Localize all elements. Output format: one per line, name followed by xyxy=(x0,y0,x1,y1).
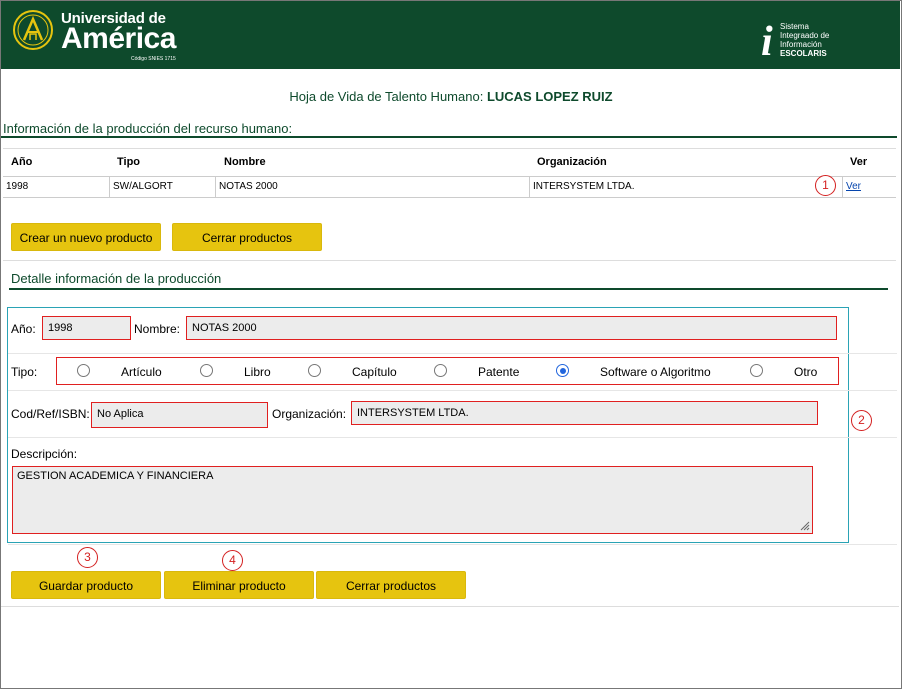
radio-article[interactable] xyxy=(77,364,90,377)
create-product-button[interactable]: Crear un nuevo producto xyxy=(11,223,161,251)
logo-text-main: América xyxy=(61,22,176,55)
cell-type: SW/ALGORT xyxy=(110,177,216,197)
year-label: Año: xyxy=(11,322,36,336)
col-header-view: Ver xyxy=(850,156,868,168)
year-field[interactable]: 1998 xyxy=(42,316,131,340)
production-section-title: Información de la producción del recurso… xyxy=(3,121,293,136)
col-header-name: Nombre xyxy=(224,156,266,168)
save-product-button[interactable]: Guardar producto xyxy=(11,571,161,599)
table-row: 1998 SW/ALGORT NOTAS 2000 INTERSYSTEM LT… xyxy=(3,176,896,198)
row-divider xyxy=(8,390,897,391)
bottom-divider xyxy=(1,606,899,607)
cell-org: INTERSYSTEM LTDA. xyxy=(530,177,843,197)
org-label: Organización: xyxy=(272,407,347,421)
radio-book[interactable] xyxy=(200,364,213,377)
detail-section-title: Detalle información de la producción xyxy=(11,271,222,286)
radio-label-software: Software o Algoritmo xyxy=(600,365,711,379)
row-divider xyxy=(8,353,897,354)
radio-chapter[interactable] xyxy=(308,364,321,377)
cell-view: Ver xyxy=(843,177,896,197)
radio-other[interactable] xyxy=(750,364,763,377)
name-label: Nombre: xyxy=(134,322,181,336)
production-table: Año Tipo Nombre Organización Ver 1998 SW… xyxy=(3,148,896,199)
radio-label-patent: Patente xyxy=(478,365,520,379)
col-header-type: Tipo xyxy=(117,156,141,168)
system-name: Sistema Integraado de Información ESCOLA… xyxy=(780,22,830,58)
col-header-year: Año xyxy=(11,156,33,168)
description-textarea[interactable]: GESTION ACADEMICA Y FINANCIERA xyxy=(12,466,813,534)
radio-label-chapter: Capítulo xyxy=(352,365,397,379)
page-title: Hoja de Vida de Talento Humano: LUCAS LO… xyxy=(289,89,613,104)
close-products-button-top[interactable]: Cerrar productos xyxy=(172,223,322,251)
code-label: Cod/Ref/ISBN: xyxy=(11,407,90,421)
radio-label-other: Otro xyxy=(794,365,818,379)
description-label: Descripción: xyxy=(11,447,78,461)
org-field[interactable]: INTERSYSTEM LTDA. xyxy=(351,401,818,425)
divider xyxy=(3,260,896,261)
escolaris-i-icon: i xyxy=(761,19,773,65)
code-field[interactable]: No Aplica xyxy=(91,402,268,428)
annotation-marker-4: 4 xyxy=(222,550,243,571)
radio-label-article: Artículo xyxy=(121,365,162,379)
person-name: LUCAS LOPEZ RUIZ xyxy=(486,89,613,104)
radio-software[interactable] xyxy=(556,364,569,377)
annotation-marker-2: 2 xyxy=(851,410,872,431)
radio-label-book: Libro xyxy=(244,365,271,379)
type-radio-group: Artículo Libro Capítulo Patente Software… xyxy=(56,357,839,385)
annotation-marker-1: 1 xyxy=(815,175,836,196)
col-header-org: Organización xyxy=(537,156,607,168)
radio-patent[interactable] xyxy=(434,364,447,377)
annotation-marker-3: 3 xyxy=(77,547,98,568)
delete-product-button[interactable]: Eliminar producto xyxy=(164,571,314,599)
logo-code: Código SNIES 1715 xyxy=(131,56,176,62)
cell-year: 1998 xyxy=(3,177,110,197)
section-divider xyxy=(1,136,897,138)
app-header: Universidad de América Código SNIES 1715… xyxy=(1,1,900,69)
row-divider xyxy=(8,544,897,545)
detail-divider xyxy=(9,288,888,290)
view-link[interactable]: Ver xyxy=(846,181,861,192)
cell-name: NOTAS 2000 xyxy=(216,177,530,197)
row-divider xyxy=(8,437,897,438)
resize-grip-icon[interactable] xyxy=(798,519,810,531)
description-text: GESTION ACADEMICA Y FINANCIERA xyxy=(17,470,214,482)
type-label: Tipo: xyxy=(11,365,38,379)
university-emblem-icon xyxy=(13,10,53,50)
close-products-button[interactable]: Cerrar productos xyxy=(316,571,466,599)
name-field[interactable]: NOTAS 2000 xyxy=(186,316,837,340)
